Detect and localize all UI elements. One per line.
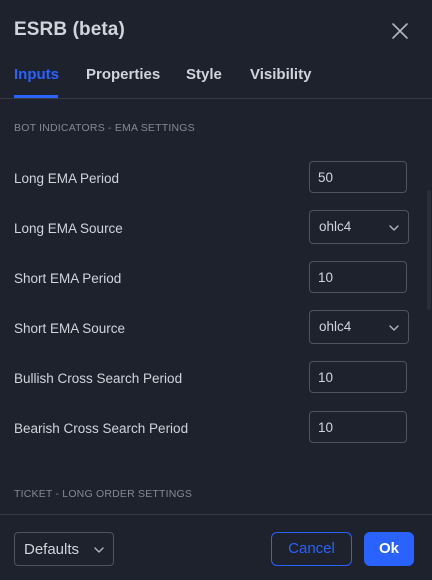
long-ema-source-label: Long EMA Source bbox=[14, 221, 123, 236]
tab-style[interactable]: Style bbox=[186, 66, 222, 83]
chevron-down-icon bbox=[389, 325, 399, 331]
section-header-ticket: TICKET - LONG ORDER SETTINGS bbox=[14, 488, 193, 500]
long-ema-source-select[interactable]: ohlc4 bbox=[309, 210, 409, 244]
dialog-footer: Defaults Cancel Ok bbox=[0, 514, 432, 580]
long-ema-period-label: Long EMA Period bbox=[14, 171, 120, 186]
bullish-cross-period-input[interactable] bbox=[309, 361, 407, 393]
inputs-panel[interactable]: BOT INDICATORS - EMA SETTINGS Long EMA P… bbox=[0, 99, 432, 514]
section-header-ema: BOT INDICATORS - EMA SETTINGS bbox=[14, 122, 195, 134]
tab-visibility[interactable]: Visibility bbox=[250, 66, 311, 83]
bearish-cross-period-label: Bearish Cross Search Period bbox=[14, 421, 189, 436]
indicator-settings-dialog: ESRB (beta) Inputs Properties Style Visi… bbox=[0, 0, 432, 580]
long-ema-period-input[interactable] bbox=[309, 161, 407, 193]
short-ema-period-input[interactable] bbox=[309, 261, 407, 293]
cancel-button[interactable]: Cancel bbox=[271, 532, 352, 566]
ok-button[interactable]: Ok bbox=[364, 532, 414, 566]
bullish-cross-period-label: Bullish Cross Search Period bbox=[14, 371, 183, 386]
tab-inputs[interactable]: Inputs bbox=[14, 66, 59, 83]
bearish-cross-period-input[interactable] bbox=[309, 411, 407, 443]
close-icon bbox=[392, 23, 408, 39]
tab-properties[interactable]: Properties bbox=[86, 66, 160, 83]
close-button[interactable] bbox=[388, 19, 412, 43]
dialog-title: ESRB (beta) bbox=[14, 19, 125, 40]
tab-bar: Inputs Properties Style Visibility bbox=[0, 58, 432, 99]
short-ema-period-label: Short EMA Period bbox=[14, 271, 122, 286]
chevron-down-icon bbox=[389, 225, 399, 231]
defaults-dropdown[interactable]: Defaults bbox=[14, 532, 114, 566]
short-ema-source-select[interactable]: ohlc4 bbox=[309, 310, 409, 344]
chevron-down-icon bbox=[94, 547, 104, 553]
defaults-label: Defaults bbox=[24, 541, 80, 558]
scrollbar[interactable] bbox=[427, 190, 431, 310]
short-ema-source-label: Short EMA Source bbox=[14, 321, 126, 336]
active-tab-indicator bbox=[14, 95, 58, 98]
short-ema-source-value: ohlc4 bbox=[319, 319, 352, 334]
long-ema-source-value: ohlc4 bbox=[319, 219, 352, 234]
